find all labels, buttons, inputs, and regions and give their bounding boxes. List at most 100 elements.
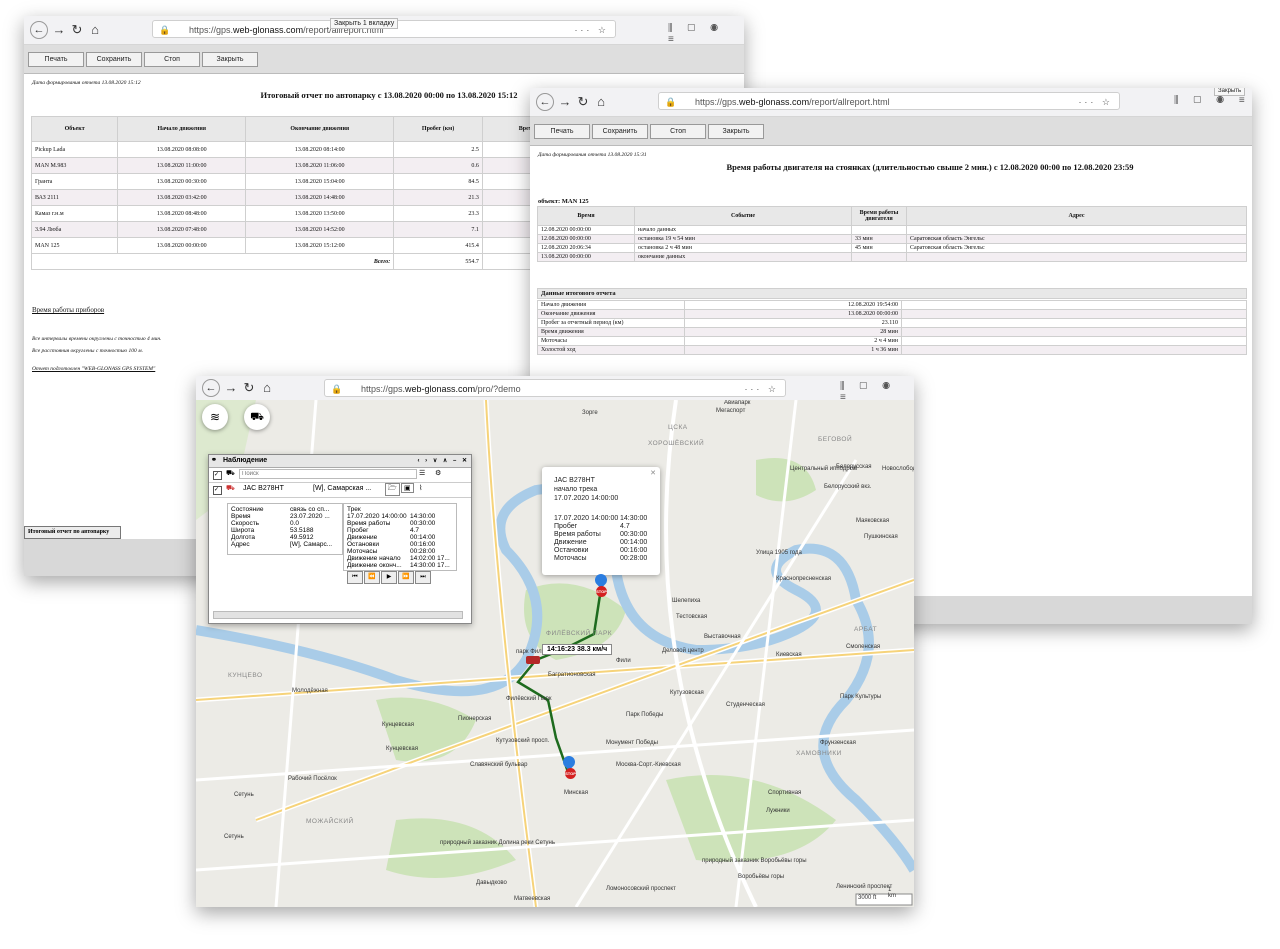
player-button-icon[interactable]: ⏮ bbox=[347, 571, 363, 584]
table-cell: 12.08.2020 20:06:34 bbox=[537, 243, 635, 253]
antenna-icon: ⌇ bbox=[419, 485, 423, 492]
bookmark-icon[interactable]: ··· ☆ bbox=[574, 21, 609, 39]
map-label: Пушкинская bbox=[864, 534, 898, 540]
detail-value: 14:30:00 bbox=[410, 513, 436, 520]
stop-button[interactable]: Стоп bbox=[650, 124, 706, 139]
panel-window-controls[interactable]: ‹ › ∨ ∧ – ✕ bbox=[418, 455, 469, 467]
map-label: природный заказник Воробьёвы горы bbox=[702, 858, 807, 864]
generated-date: Дата формирования отчета 13.08.2020 15:3… bbox=[538, 152, 647, 158]
map-label: Воробьёвы горы bbox=[738, 874, 785, 880]
reload-icon[interactable]: ↻ bbox=[240, 379, 258, 397]
table-cell: окончание данных bbox=[634, 252, 852, 262]
map-label: Фрунзенская bbox=[820, 740, 856, 746]
save-button[interactable]: Сохранить bbox=[592, 124, 648, 139]
back-icon[interactable]: ← bbox=[202, 379, 220, 397]
table-row: 12.08.2020 20:06:34 остановка 2 ч 48 мин 4… bbox=[537, 243, 1247, 253]
vehicle-address: [W], Самарская ... bbox=[313, 485, 372, 492]
popup-datetime: 17.07.2020 14:00:00 bbox=[554, 495, 619, 502]
note-time: Все интервалы времени округлены с точнос… bbox=[32, 336, 162, 342]
map-label: Парк Культуры bbox=[840, 694, 882, 700]
reload-icon[interactable]: ↻ bbox=[574, 93, 592, 111]
instruments-link[interactable]: Время работы приборов bbox=[32, 306, 104, 314]
home-icon[interactable]: ⌂ bbox=[258, 379, 276, 397]
address-bar-3[interactable]: 🔒 https://gps.web-glonass.com/pro/?demo … bbox=[324, 379, 786, 397]
map-label: Славянский бульвар bbox=[470, 762, 528, 768]
list-icon[interactable]: ☰ bbox=[419, 469, 425, 477]
detail-value: [W], Самарс... bbox=[290, 541, 333, 548]
table-cell: 13.08.2020 14:48:00 bbox=[245, 189, 395, 206]
table-cell bbox=[851, 252, 907, 262]
panel-header[interactable]: ⚭ Наблюдение ‹ › ∨ ∧ – ✕ bbox=[209, 455, 471, 468]
summary-empty bbox=[901, 327, 1247, 337]
print-button[interactable]: Печать bbox=[534, 124, 590, 139]
track-start-popup: ✕ JAC B278HT начало трека 17.07.2020 14:… bbox=[542, 467, 660, 575]
map-label: Зорге bbox=[582, 410, 598, 416]
lock-icon: 🔒 bbox=[665, 97, 677, 107]
table-cell: 13.08.2020 13:50:00 bbox=[245, 205, 395, 222]
detail-label: Широта bbox=[231, 527, 255, 534]
stop-button[interactable]: Стоп bbox=[144, 52, 200, 67]
popup-close-icon[interactable]: ✕ bbox=[650, 469, 656, 477]
detail-value: 53.5188 bbox=[290, 527, 314, 534]
library-icon[interactable]: ⫼ ▢ ◉ ≡ bbox=[1174, 95, 1251, 106]
table-cell: 13.08.2020 08:08:00 bbox=[117, 141, 247, 158]
table-cell: 0.6 bbox=[393, 157, 483, 174]
table-cell: Камаз г.н.м bbox=[30, 205, 119, 222]
object-label: объект: MAN 125 bbox=[538, 198, 589, 205]
engine-toolbar: Печать Сохранить Стоп Закрыть bbox=[530, 117, 1252, 146]
footer-link[interactable]: Отчет подготовлен "WEB-GLONASS GPS SYSTE… bbox=[32, 366, 155, 372]
checkbox-all[interactable]: ✓ bbox=[213, 471, 222, 480]
table-cell: 21.3 bbox=[393, 189, 483, 206]
map-canvas[interactable]: Зорге ЦСКА Мегаспорт Авиапарк ХОРОШЁВСКИЙ БЕГ… bbox=[196, 400, 914, 907]
back-icon[interactable]: ← bbox=[536, 93, 554, 111]
table-cell: 13.08.2020 14:52:00 bbox=[245, 221, 395, 238]
forward-icon[interactable]: → bbox=[556, 93, 574, 111]
summary-value: 2 ч 4 мин bbox=[684, 336, 902, 346]
address-bar-2[interactable]: 🔒 https://gps.web-glonass.com/report/all… bbox=[658, 92, 1120, 110]
vehicles-icon: ⛟ bbox=[226, 470, 235, 477]
map-label: Тестовская bbox=[676, 614, 708, 620]
back-icon[interactable]: ← bbox=[30, 21, 48, 39]
vehicle-checkbox[interactable]: ✓ bbox=[213, 486, 222, 495]
stop-icon-end[interactable]: STOP bbox=[565, 768, 576, 779]
settings-icon[interactable]: ⚙ bbox=[435, 469, 441, 477]
horizontal-scrollbar[interactable] bbox=[213, 611, 463, 619]
detail-value: 0.0 bbox=[290, 520, 300, 527]
bookmark-icon[interactable]: ··· ☆ bbox=[744, 380, 779, 398]
reload-icon[interactable]: ↻ bbox=[68, 21, 86, 39]
detail-label: Моточасы bbox=[347, 548, 378, 555]
forward-icon[interactable]: → bbox=[50, 21, 68, 39]
close-button[interactable]: Закрыть bbox=[708, 124, 764, 139]
forward-icon[interactable]: → bbox=[222, 379, 240, 397]
map-label: Багратионовская bbox=[548, 672, 596, 678]
player-button-icon[interactable]: ⏩ bbox=[398, 571, 414, 584]
table-cell: 13.08.2020 11:00:00 bbox=[117, 157, 247, 174]
library-icon[interactable]: ⫼ ▢ ◉ ≡ bbox=[668, 23, 744, 45]
column-header: Объект bbox=[30, 116, 119, 142]
home-icon[interactable]: ⌂ bbox=[592, 93, 610, 111]
player-button-icon[interactable]: ⏪ bbox=[364, 571, 380, 584]
browser-chrome-2: ← → ↻ ⌂ 🔒 https://gps.web-glonass.com/re… bbox=[530, 88, 1252, 117]
vehicle-name: JAC B278HT bbox=[243, 485, 284, 492]
search-input[interactable] bbox=[239, 469, 417, 479]
bottom-tab[interactable]: Итоговый отчет по автопарку bbox=[24, 526, 121, 539]
home-icon[interactable]: ⌂ bbox=[86, 21, 104, 39]
vehicles-button[interactable]: ⛟ bbox=[244, 404, 270, 430]
close-button[interactable]: Закрыть bbox=[202, 52, 258, 67]
folder-icon[interactable]: 🗁 bbox=[385, 483, 400, 496]
player-button-icon[interactable]: ▶ bbox=[381, 571, 397, 584]
column-header: Время работы двигателя bbox=[851, 206, 907, 226]
card-icon[interactable]: ▣ bbox=[401, 483, 414, 493]
table-header-row: Время Событие Время работы двигателя Адрес bbox=[537, 206, 1247, 226]
save-button[interactable]: Сохранить bbox=[86, 52, 142, 67]
car-icon[interactable] bbox=[526, 656, 540, 664]
stop-icon[interactable]: STOP bbox=[596, 586, 607, 597]
layers-button[interactable]: ≋ bbox=[202, 404, 228, 430]
summary-row: Окончание движения 13.08.2020 00:00:00 bbox=[537, 309, 1247, 319]
print-button[interactable]: Печать bbox=[28, 52, 84, 67]
popup-value: 00:30:00 bbox=[620, 531, 648, 538]
vehicle-row[interactable]: ✓ ⛟ JAC B278HT [W], Самарская ... 🗁 ▣ ⌇ bbox=[209, 483, 471, 498]
player-button-icon[interactable]: ⏭ bbox=[415, 571, 431, 584]
detail-value: связь со сп... bbox=[290, 506, 330, 513]
bookmark-icon[interactable]: ··· ☆ bbox=[1078, 93, 1113, 111]
